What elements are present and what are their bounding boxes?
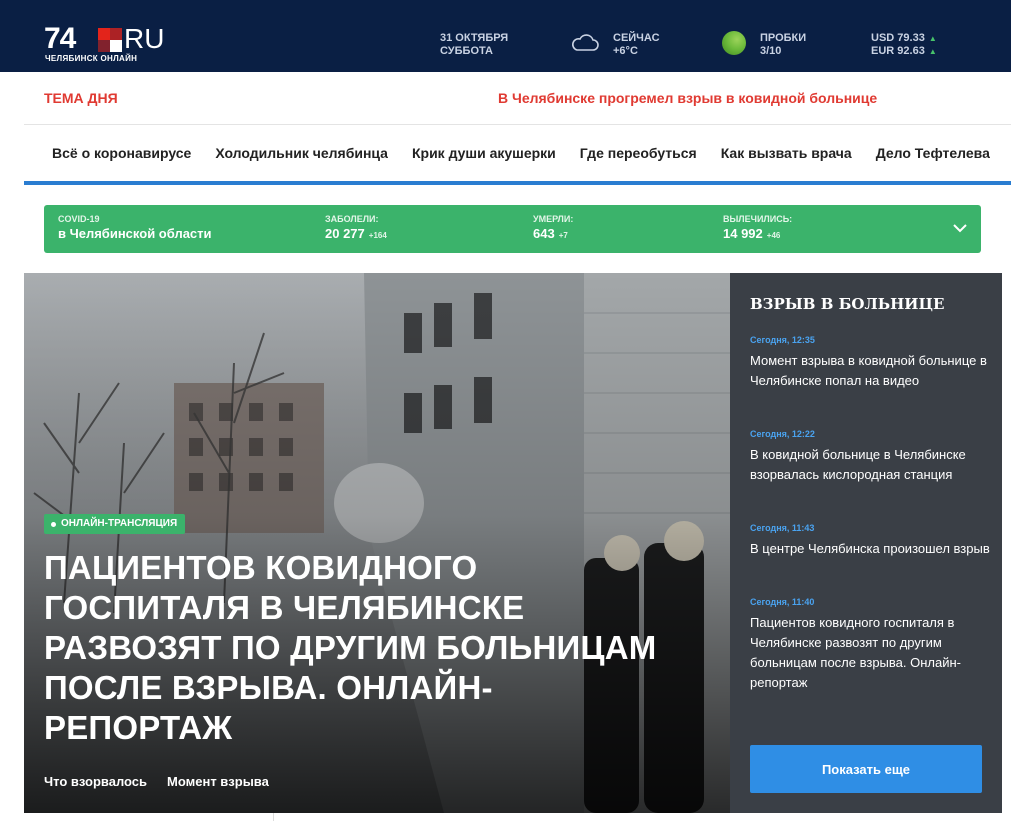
covid-sick-label: ЗАБОЛЕЛИ: — [325, 214, 379, 224]
nav-item-tires[interactable]: Где переобуться — [580, 145, 697, 161]
sidebar-news-item[interactable]: Сегодня, 11:40 Пациентов ковидного госпи… — [750, 595, 990, 693]
logo-number: 74 — [44, 22, 76, 55]
divider — [24, 124, 1011, 125]
covid-recovered-increment: +46 — [766, 231, 781, 240]
sidebar-news-item[interactable]: Сегодня, 12:22 В ковидной больнице в Чел… — [750, 427, 990, 485]
covid-recovered-value: 14 992 — [723, 226, 763, 241]
covid-region: в Челябинской области — [58, 226, 212, 241]
traffic-icon — [722, 31, 746, 55]
covid-sick-value: 20 277 — [325, 226, 365, 241]
covid-dead-increment: +7 — [558, 231, 568, 240]
covid-dead-block: УМЕРЛИ: 643 +7 — [533, 213, 573, 245]
site-header: 74 RU ЧЕЛЯБИНСК ОНЛАЙН 31 ОКТЯБРЯ СУББОТ… — [0, 0, 1011, 72]
arrow-up-icon: ▲ — [928, 47, 937, 56]
divider — [273, 813, 274, 821]
story-sidebar: ВЗРЫВ В БОЛЬНИЦЕ Сегодня, 12:35 Момент в… — [730, 273, 1002, 813]
live-badge-label: ОНЛАЙН-ТРАНСЛЯЦИЯ — [61, 518, 178, 529]
hero-related-links: Что взорвалось Момент взрыва — [44, 774, 269, 789]
usd-rate: USD 79.33 — [871, 32, 925, 44]
weather-label: СЕЙЧАС — [613, 32, 660, 44]
hero-headline[interactable]: Пациентов ковидного госпиталя в Челябинс… — [44, 548, 664, 748]
covid-recovered-block: ВЫЛЕЧИЛИСЬ: 14 992 +46 — [723, 213, 792, 245]
covid-sick-increment: +164 — [368, 231, 387, 240]
news-time: Сегодня, 11:40 — [750, 597, 815, 607]
news-time: Сегодня, 12:22 — [750, 429, 815, 439]
covid-title-block: COVID-19 в Челябинской области — [58, 213, 212, 243]
topics-nav: Всё о коронавирусе Холодильник челябинца… — [52, 145, 990, 161]
covid-dead-value: 643 — [533, 226, 555, 241]
date-widget: 31 ОКТЯБРЯ СУББОТА — [440, 32, 508, 58]
date-weekday: СУББОТА — [440, 45, 493, 57]
live-badge: ОНЛАЙН-ТРАНСЛЯЦИЯ — [44, 514, 186, 534]
sidebar-news-item[interactable]: Сегодня, 11:43 В центре Челябинска произ… — [750, 521, 990, 559]
covid-dead-label: УМЕРЛИ: — [533, 214, 574, 224]
covid-title: COVID-19 — [58, 214, 100, 224]
currency-widget[interactable]: USD 79.33 ▲ EUR 92.63 ▲ — [871, 32, 937, 58]
news-headline[interactable]: Пациентов ковидного госпиталя в Челябинс… — [750, 613, 990, 693]
nav-item-doctor[interactable]: Как вызвать врача — [721, 145, 852, 161]
traffic-label: ПРОБКИ — [760, 32, 807, 44]
covid-sick-block: ЗАБОЛЕЛИ: 20 277 +164 — [325, 213, 387, 245]
logo-suffix: RU — [124, 23, 165, 54]
nav-item-teftelev[interactable]: Дело Тефтелева — [876, 145, 990, 161]
nav-underline — [24, 181, 1011, 185]
traffic-widget[interactable]: ПРОБКИ 3/10 — [760, 32, 806, 58]
hero-link-explosion-moment[interactable]: Момент взрыва — [167, 774, 269, 789]
sidebar-title: ВЗРЫВ В БОЛЬНИЦЕ — [750, 295, 945, 313]
topic-label: ТЕМА ДНЯ — [44, 90, 118, 106]
show-more-button[interactable]: Показать еще — [750, 745, 982, 793]
news-headline[interactable]: В центре Челябинска произошел взрыв — [750, 539, 990, 559]
nav-item-fridge[interactable]: Холодильник челябинца — [215, 145, 388, 161]
news-time: Сегодня, 12:35 — [750, 335, 815, 345]
chevron-down-icon[interactable] — [951, 219, 969, 237]
nav-item-coronavirus[interactable]: Всё о коронавирусе — [52, 145, 191, 161]
nav-item-midwife[interactable]: Крик души акушерки — [412, 145, 556, 161]
topic-headline-link[interactable]: В Челябинске прогремел взрыв в ковидной … — [498, 90, 877, 106]
eur-rate: EUR 92.63 — [871, 45, 925, 57]
news-headline[interactable]: Момент взрыва в ковидной больнице в Челя… — [750, 351, 990, 391]
live-dot-icon — [51, 521, 56, 527]
hero-link-what-exploded[interactable]: Что взорвалось — [44, 774, 147, 789]
traffic-score: 3/10 — [760, 45, 782, 57]
hero-article[interactable]: ОНЛАЙН-ТРАНСЛЯЦИЯ Пациентов ковидного го… — [24, 273, 730, 813]
news-headline[interactable]: В ковидной больнице в Челябинске взорвал… — [750, 445, 990, 485]
weather-temp: +6°C — [613, 45, 638, 57]
arrow-up-icon: ▲ — [928, 34, 937, 43]
cloud-icon — [572, 34, 599, 51]
news-time: Сегодня, 11:43 — [750, 523, 815, 533]
weather-widget[interactable]: СЕЙЧАС +6°C — [613, 32, 660, 58]
covid-stats-bar[interactable]: COVID-19 в Челябинской области ЗАБОЛЕЛИ:… — [44, 205, 981, 253]
sidebar-news-item[interactable]: Сегодня, 12:35 Момент взрыва в ковидной … — [750, 333, 990, 391]
date-day: 31 ОКТЯБРЯ — [440, 32, 509, 44]
logo-squares-icon — [98, 28, 122, 52]
covid-recovered-label: ВЫЛЕЧИЛИСЬ: — [723, 214, 793, 224]
logo-subtitle: ЧЕЛЯБИНСК ОНЛАЙН — [45, 54, 138, 63]
